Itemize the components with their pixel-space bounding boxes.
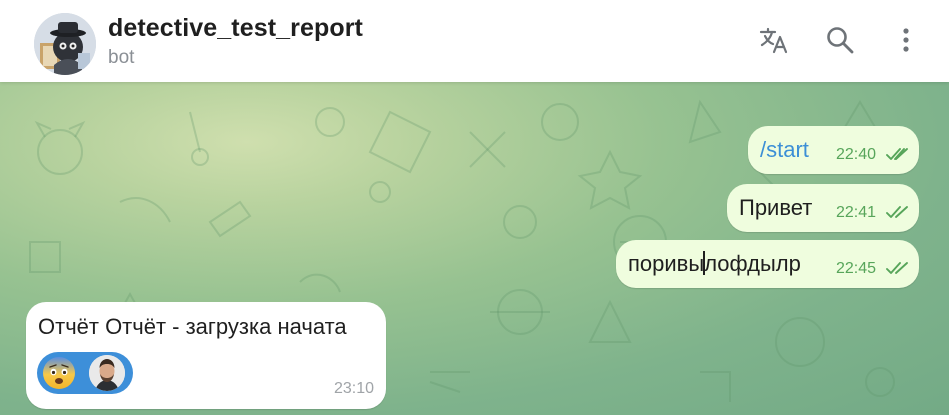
outgoing-message[interactable]: /start 22:40	[748, 126, 919, 174]
fearful-face-emoji-icon	[43, 357, 75, 389]
incoming-message[interactable]: Отчёт Отчёт - загрузка начата 23:10	[26, 302, 386, 409]
search-button[interactable]	[822, 22, 858, 58]
text-before-cursor: поривы	[628, 251, 705, 276]
message-text: Отчёт Отчёт - загрузка начата	[38, 314, 347, 339]
outgoing-message[interactable]: Привет 22:41	[727, 184, 919, 232]
reaction-user-avatar	[89, 355, 125, 391]
message-time: 23:10	[333, 380, 374, 397]
double-check-icon	[886, 206, 908, 218]
double-check-icon	[886, 148, 908, 160]
chat-title[interactable]: detective_test_report	[108, 14, 363, 43]
message-text: Привет	[739, 195, 813, 220]
translate-button[interactable]	[756, 22, 792, 58]
double-check-icon	[886, 262, 908, 274]
more-button[interactable]	[888, 22, 924, 58]
message-time: 22:40	[836, 146, 877, 163]
bot-command-link[interactable]: /start	[760, 137, 809, 163]
chat-area[interactable]: /start 22:40 Привет 22:41 поривылофдылр …	[0, 82, 949, 415]
chat-subtitle: bot	[108, 47, 135, 68]
search-icon	[827, 27, 854, 54]
message-time: 22:41	[836, 204, 877, 221]
message-time: 22:45	[836, 260, 877, 277]
message-text: поривылофдылр	[628, 251, 801, 277]
more-vertical-icon	[903, 28, 909, 52]
reaction-chip[interactable]	[37, 352, 133, 394]
chat-header: detective_test_report bot	[0, 0, 949, 82]
outgoing-message[interactable]: поривылофдылр 22:45	[616, 240, 919, 288]
bot-avatar[interactable]	[34, 13, 96, 75]
text-after-cursor: лофдылр	[704, 251, 801, 276]
translate-icon	[759, 27, 788, 54]
